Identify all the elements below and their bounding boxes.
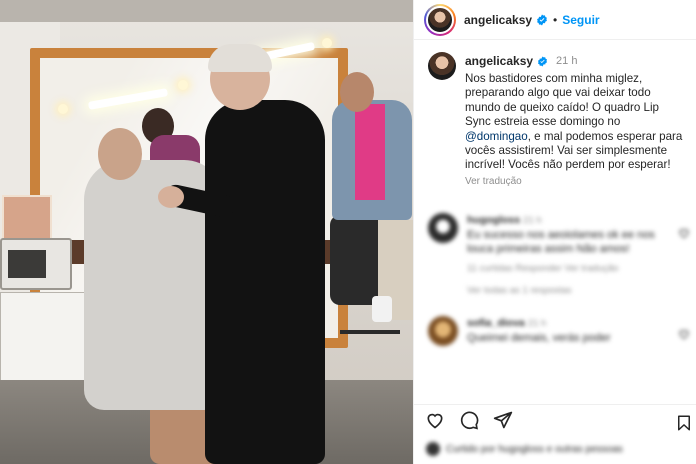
post-photo[interactable] — [0, 0, 413, 464]
caption-text: Nos bastidores com minha miglez, prepara… — [465, 72, 683, 172]
caption: angelicaksy 21 h Nos bastidores com minh… — [414, 40, 696, 187]
comment-timestamp: 21 h — [527, 317, 547, 329]
profile-avatar[interactable] — [426, 5, 454, 34]
comment-like-icon[interactable] — [678, 227, 690, 239]
comment-meta[interactable]: 11 curtidas Responder Ver tradução — [467, 262, 677, 276]
view-replies-link[interactable]: Ver todas as 1 respostas — [467, 284, 677, 298]
post-side-panel: angelicaksy • Seguir angelicaksy 21 h No… — [413, 0, 696, 464]
post-header: angelicaksy • Seguir — [414, 0, 696, 40]
comment-text: Eu sucesso nos aeoiolames ok ee nos louc… — [467, 228, 655, 255]
liked-by-text: Curtido por hugogloss e outras pessoas — [446, 443, 623, 455]
comment-timestamp: 21 h — [523, 214, 542, 226]
comment-item: hugogloss 21 h Eu sucesso nos aeoiolames… — [414, 212, 696, 298]
verified-badge-icon — [536, 14, 548, 26]
commenter-username[interactable]: hugogloss — [467, 214, 520, 226]
separator-dot: • — [553, 12, 558, 27]
person-in-black — [205, 100, 325, 464]
comment-item: sofia_diova 21 h Queimei demais, verás p… — [414, 315, 696, 346]
commenter-avatar[interactable] — [428, 315, 458, 346]
comment-icon[interactable] — [458, 409, 480, 431]
caption-username[interactable]: angelicaksy — [465, 54, 533, 68]
liked-by-avatar — [426, 442, 440, 456]
liked-by[interactable]: Curtido por hugogloss e outras pessoas — [426, 442, 623, 456]
comment-like-icon[interactable] — [678, 328, 690, 340]
post-action-bar — [414, 404, 696, 434]
post-username[interactable]: angelicaksy — [464, 13, 532, 27]
heart-icon[interactable] — [424, 409, 446, 431]
profile-avatar-story-ring[interactable] — [424, 3, 456, 36]
caption-avatar[interactable] — [428, 52, 456, 80]
comment-text: Queimei demais, verás poder — [467, 331, 611, 344]
see-translation-link[interactable]: Ver tradução — [465, 176, 685, 187]
commenter-avatar[interactable] — [428, 212, 458, 243]
commenter-username[interactable]: sofia_diova — [467, 317, 525, 329]
follow-button[interactable]: Seguir — [562, 13, 599, 27]
verified-badge-icon — [537, 55, 548, 67]
bookmark-icon[interactable] — [675, 413, 693, 438]
microwave — [0, 238, 72, 290]
wall-poster — [2, 195, 52, 243]
share-icon[interactable] — [492, 409, 514, 431]
caption-timestamp[interactable]: 21 h — [556, 55, 577, 67]
mention-link[interactable]: @domingao — [465, 130, 528, 143]
